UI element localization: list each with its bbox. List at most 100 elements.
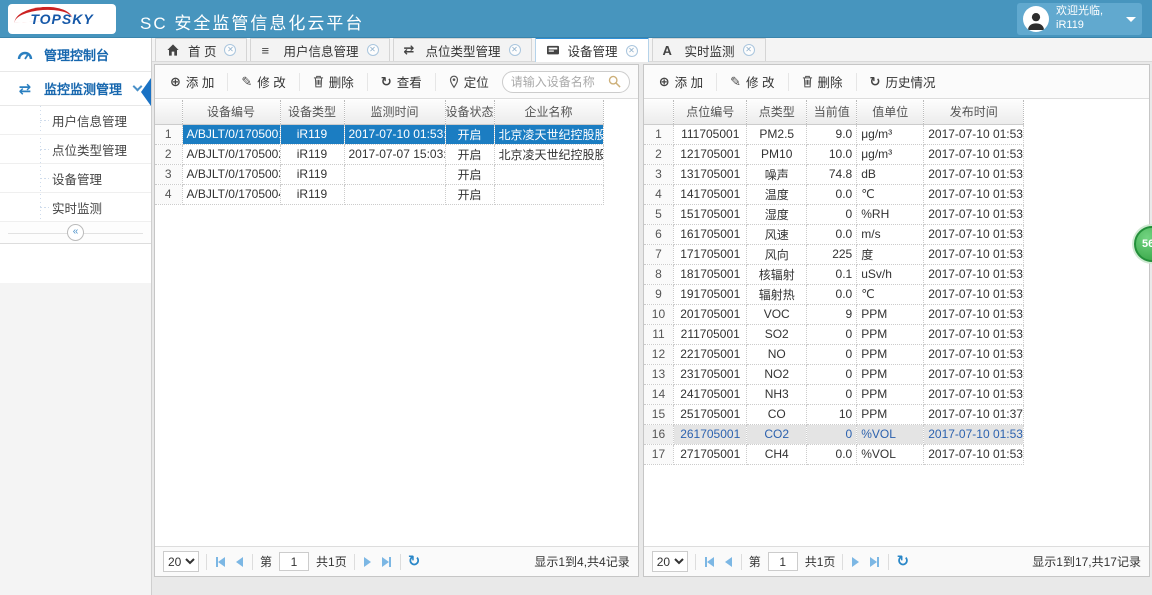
table-cell: 开启 xyxy=(445,124,495,145)
table-row[interactable]: 6161705001风速0.0m/s2017-07-10 01:53:21 xyxy=(643,224,1025,245)
column-header[interactable]: 设备状态 xyxy=(445,100,495,125)
table-cell: PPM xyxy=(856,404,925,425)
column-header[interactable]: 发布时间 xyxy=(923,100,1025,125)
table-row[interactable]: 1111705001PM2.59.0μg/m³2017-07-10 01:53:… xyxy=(643,124,1025,145)
sidebar-item-monitor-mgmt[interactable]: ⇄ 监控监测管理 xyxy=(0,72,151,106)
row-number: 15 xyxy=(643,404,675,425)
next-page-button[interactable] xyxy=(850,555,861,569)
table-row[interactable]: 17271705001CH40.0%VOL2017-07-10 01:53:21 xyxy=(643,444,1025,465)
table-cell: 2017-07-10 01:53:21 xyxy=(923,444,1025,465)
sidebar-item-user-info[interactable]: 用户信息管理 xyxy=(0,106,151,135)
table-cell: 9.0 xyxy=(806,124,858,145)
collapse-sidebar-button[interactable]: « xyxy=(67,224,84,241)
tab-home[interactable]: 首 页 ✕ xyxy=(155,38,248,61)
first-page-button[interactable] xyxy=(703,555,716,569)
page-size-select[interactable]: 20 xyxy=(651,551,688,572)
table-row[interactable]: 13231705001NO20PPM2017-07-10 01:53:22 xyxy=(643,364,1025,385)
table-row[interactable]: 9191705001辐射热0.0℃2017-07-10 01:53:21 xyxy=(643,284,1025,305)
column-header[interactable]: 监测时间 xyxy=(344,100,446,125)
table-cell: NO xyxy=(746,344,808,365)
row-number: 17 xyxy=(643,444,675,465)
rownum-header xyxy=(155,100,183,125)
table-cell: 2017-07-10 01:53:22 xyxy=(923,164,1025,185)
table-cell: 121705001 xyxy=(673,144,748,165)
add-button[interactable]: ⊕ 添 加 xyxy=(652,69,710,94)
sidebar-item-device-mgmt[interactable]: 设备管理 xyxy=(0,164,151,193)
table-row[interactable]: 2A/BJLT/0/1705002iR1192017-07-07 15:03:0… xyxy=(155,144,604,165)
table-row[interactable]: 3131705001噪声74.8dB2017-07-10 01:53:22 xyxy=(643,164,1025,185)
page-number-input[interactable] xyxy=(767,552,798,571)
history-button[interactable]: ↻ 历史情况 xyxy=(863,69,943,94)
table-row[interactable]: 11211705001SO20PPM2017-07-10 01:53:22 xyxy=(643,324,1025,345)
tab-point-type[interactable]: ⇄ 点位类型管理 ✕ xyxy=(392,38,532,61)
column-header[interactable]: 点位编号 xyxy=(673,100,748,125)
tab-device-mgmt[interactable]: 设备管理 ✕ xyxy=(534,37,649,62)
sidebar-item-console[interactable]: 管理控制台 xyxy=(0,38,151,72)
close-icon[interactable]: ✕ xyxy=(625,44,638,57)
table-row[interactable]: 14241705001NH30PPM2017-07-10 01:53:21 xyxy=(643,384,1025,405)
locate-button[interactable]: 定位 xyxy=(442,69,496,94)
next-page-button[interactable] xyxy=(362,555,373,569)
delete-button[interactable]: 删除 xyxy=(795,69,850,94)
table-row[interactable]: 8181705001核辐射0.1uSv/h2017-07-10 01:53:21 xyxy=(643,264,1025,285)
row-number: 4 xyxy=(155,184,183,205)
table-cell xyxy=(494,164,604,185)
table-cell: 0 xyxy=(806,204,858,225)
main-content: ⊕添 加 ✎修 改 删除 ↻查看 定位 设备编号设备类型监测时间设备状 xyxy=(152,62,1152,595)
table-cell: iR119 xyxy=(280,144,345,165)
table-row[interactable]: 15251705001CO10PPM2017-07-10 01:37:01 xyxy=(643,404,1025,425)
last-page-button[interactable] xyxy=(380,555,393,569)
page-number-input[interactable] xyxy=(279,552,310,571)
table-row[interactable]: 16261705001CO20%VOL2017-07-10 01:53:22 xyxy=(643,424,1025,445)
table-row[interactable]: 5151705001湿度0%RH2017-07-10 01:53:22 xyxy=(643,204,1025,225)
device-searchbox xyxy=(501,70,630,93)
table-row[interactable]: 12221705001NO0PPM2017-07-10 01:53:21 xyxy=(643,344,1025,365)
table-header-row: 设备编号 设备类型 监测时间 设备状态 企业名称 xyxy=(155,100,604,125)
table-row[interactable]: 3 A/BJLT/0/1705003 iR119 开启 xyxy=(155,164,604,185)
prev-page-button[interactable] xyxy=(234,555,245,569)
row-number: 8 xyxy=(643,264,675,285)
column-header[interactable]: 值单位 xyxy=(856,100,925,125)
row-number: 4 xyxy=(643,184,675,205)
table-row[interactable]: 2121705001PM1010.0μg/m³2017-07-10 01:53:… xyxy=(643,144,1025,165)
first-page-button[interactable] xyxy=(214,555,227,569)
close-icon[interactable]: ✕ xyxy=(366,44,379,56)
table-cell: 2017-07-10 01:37:01 xyxy=(923,404,1025,425)
column-header[interactable]: 设备编号 xyxy=(182,100,281,125)
close-icon[interactable]: ✕ xyxy=(508,44,521,56)
edit-button[interactable]: ✎ 修 改 xyxy=(234,69,292,94)
table-row[interactable]: 7171705001风向225度2017-07-10 01:53:21 xyxy=(643,244,1025,265)
last-page-button[interactable] xyxy=(868,555,881,569)
tab-realtime[interactable]: A 实时监测 ✕ xyxy=(651,38,766,61)
table-cell: 0 xyxy=(806,364,858,385)
close-icon[interactable]: ✕ xyxy=(742,44,755,56)
table-row[interactable]: 4141705001温度0.0℃2017-07-10 01:53:22 xyxy=(643,184,1025,205)
page-size-select[interactable]: 20 xyxy=(163,551,199,572)
row-number: 13 xyxy=(643,364,675,385)
column-header[interactable]: 企业名称 xyxy=(494,100,604,125)
tab-user-info[interactable]: ≡ 用户信息管理 ✕ xyxy=(250,38,390,61)
view-button[interactable]: ↻ 查看 xyxy=(374,69,429,94)
table-cell: 131705001 xyxy=(673,164,748,185)
row-number: 3 xyxy=(643,164,675,185)
table-row[interactable]: 1A/BJLT/0/1705001iR1192017-07-10 01:53:2… xyxy=(155,124,604,145)
add-button[interactable]: ⊕ 添 加 xyxy=(163,69,221,94)
refresh-icon[interactable]: ↻ xyxy=(408,554,421,569)
delete-button[interactable]: 删除 xyxy=(306,69,361,94)
column-header[interactable]: 设备类型 xyxy=(280,100,345,125)
table-row[interactable]: 10201705001VOC9PPM2017-07-10 01:53:22 xyxy=(643,304,1025,325)
search-input[interactable] xyxy=(510,74,608,89)
close-icon[interactable]: ✕ xyxy=(224,44,237,56)
sidebar-item-realtime[interactable]: 实时监测 xyxy=(0,193,151,222)
prev-page-button[interactable] xyxy=(723,555,734,569)
table-cell: iR119 xyxy=(280,164,345,185)
table-cell: 2017-07-10 01:53:22 xyxy=(923,304,1025,325)
table-row[interactable]: 4 A/BJLT/0/1705004 iR119 开启 xyxy=(155,184,604,205)
edit-button[interactable]: ✎ 修 改 xyxy=(723,69,781,94)
column-header[interactable]: 点类型 xyxy=(746,100,808,125)
column-header[interactable]: 当前值 xyxy=(806,100,858,125)
sidebar-item-point-type[interactable]: 点位类型管理 xyxy=(0,135,151,164)
refresh-icon[interactable]: ↻ xyxy=(896,554,909,569)
user-menu[interactable]: 欢迎光临, iR119 xyxy=(1017,3,1142,35)
search-icon[interactable] xyxy=(608,75,621,88)
